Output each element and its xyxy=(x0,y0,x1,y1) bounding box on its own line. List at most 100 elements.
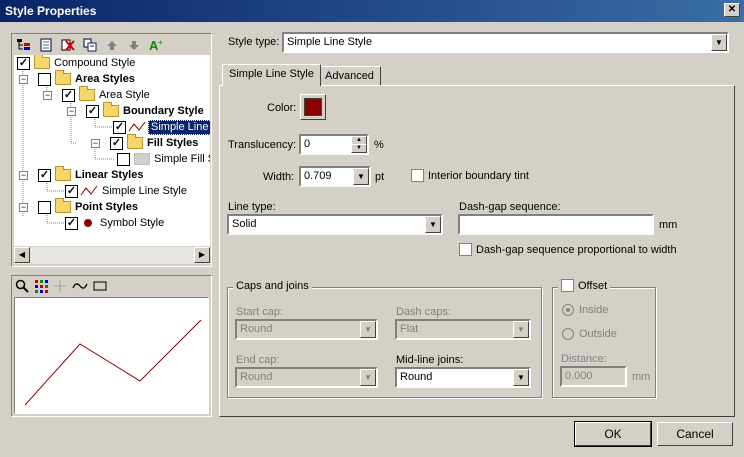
points-icon[interactable] xyxy=(34,279,48,293)
tab-simple-line-style[interactable]: Simple Line Style xyxy=(222,64,321,86)
spin-down-icon[interactable]: ▼ xyxy=(351,144,367,153)
tree-checkbox[interactable] xyxy=(38,72,51,86)
color-button[interactable] xyxy=(300,94,326,120)
zoom-icon[interactable] xyxy=(15,279,29,293)
translucency-input[interactable]: 0 ▲ ▼ xyxy=(299,134,369,155)
radio-icon xyxy=(562,304,574,316)
tree-horizontal-scrollbar[interactable]: ◀ ▶ xyxy=(14,247,210,264)
chevron-down-icon[interactable]: ▼ xyxy=(425,216,441,233)
checkbox-box[interactable] xyxy=(561,279,574,292)
move-down-icon[interactable] xyxy=(124,36,144,54)
offset-outside-radio: Outside xyxy=(562,328,617,340)
crosshair-icon[interactable] xyxy=(53,279,67,293)
line-type-dropdown[interactable]: Solid ▼ xyxy=(227,214,443,235)
tree-checkbox[interactable]: ✓ xyxy=(86,104,99,118)
chevron-down-icon[interactable]: ▼ xyxy=(513,369,529,386)
offset-checkbox[interactable]: Offset xyxy=(558,279,611,292)
tree-item-simple-line-boundary[interactable]: ✓ Simple Line S xyxy=(113,119,210,135)
tree-checkbox[interactable]: ✓ xyxy=(17,56,30,70)
preview-canvas xyxy=(14,297,209,414)
tree-checkbox[interactable]: ✓ xyxy=(110,136,123,150)
new-icon[interactable] xyxy=(36,36,56,54)
distance-unit: mm xyxy=(632,371,651,383)
width-value: 0.709 xyxy=(304,170,332,182)
line-style-icon xyxy=(128,121,146,132)
checkbox-box[interactable] xyxy=(459,243,472,256)
folder-icon xyxy=(103,102,119,117)
tree-checkbox[interactable] xyxy=(38,200,51,214)
caps-joins-title: Caps and joins xyxy=(233,280,312,292)
end-cap-dropdown: Round ▼ xyxy=(235,367,378,388)
chevron-down-icon[interactable]: ▼ xyxy=(711,34,727,51)
tree-item-simple-line-linear[interactable]: ✓ Simple Line Style xyxy=(65,183,187,199)
tree-item-point-styles[interactable]: − Point Styles xyxy=(19,198,138,215)
tree-item-simple-fill[interactable]: Simple Fill Sty xyxy=(117,151,210,167)
tree-checkbox[interactable] xyxy=(117,152,130,166)
move-up-icon[interactable] xyxy=(102,36,122,54)
checkbox-box[interactable] xyxy=(411,169,424,182)
color-label: Color: xyxy=(267,102,297,114)
tree-checkbox[interactable]: ✓ xyxy=(65,184,78,198)
tree-checkbox[interactable]: ✓ xyxy=(113,120,126,134)
chevron-down-icon[interactable]: ▼ xyxy=(353,168,369,185)
tree-checkbox[interactable]: ✓ xyxy=(65,216,78,230)
collapse-icon[interactable]: − xyxy=(19,202,28,212)
tree-item-compound-style[interactable]: ✓ Compound Style xyxy=(17,55,135,71)
offset-label: Offset xyxy=(578,279,608,292)
interior-boundary-tint-checkbox[interactable]: Interior boundary tint xyxy=(411,169,529,182)
start-cap-value: Round xyxy=(240,323,273,335)
delete-icon[interactable] xyxy=(58,36,78,54)
tree-item-label: Simple Fill Sty xyxy=(154,153,210,165)
tree-item-fill-styles[interactable]: − ✓ Fill Styles xyxy=(91,134,199,151)
tab-advanced[interactable]: Advanced xyxy=(318,66,381,86)
dash-gap-proportional-checkbox[interactable]: Dash-gap sequence proportional to width xyxy=(459,243,677,256)
collapse-icon[interactable]: − xyxy=(91,138,100,148)
midline-joins-value: Round xyxy=(400,371,433,383)
style-tree: ✓ Compound Style − Area Styles − ✓ Area … xyxy=(14,55,210,246)
width-label: Width: xyxy=(263,171,295,183)
tree-checkbox[interactable]: ✓ xyxy=(38,168,51,182)
scroll-left-icon[interactable]: ◀ xyxy=(14,247,30,263)
cancel-button[interactable]: Cancel xyxy=(657,422,733,446)
dash-gap-input[interactable] xyxy=(458,214,654,235)
tree-item-boundary-style[interactable]: − ✓ Boundary Style xyxy=(67,102,204,119)
tree-item-symbol-style[interactable]: ✓ Symbol Style xyxy=(65,215,164,231)
collapse-icon[interactable]: − xyxy=(43,90,52,100)
end-cap-value: Round xyxy=(240,371,273,383)
midline-joins-label: Mid-line joins: xyxy=(396,354,464,366)
copy-icon[interactable] xyxy=(80,36,100,54)
line-type-label: Line type: xyxy=(228,201,276,213)
collapse-icon[interactable]: − xyxy=(19,74,28,84)
tree-checkbox[interactable]: ✓ xyxy=(62,88,75,102)
tree-item-label: Fill Styles xyxy=(147,137,199,149)
style-type-dropdown[interactable]: Simple Line Style ▼ xyxy=(282,32,729,53)
scroll-right-icon[interactable]: ▶ xyxy=(194,247,210,263)
dash-gap-label: Dash-gap sequence: xyxy=(459,201,561,213)
tree-item-linear-styles[interactable]: − ✓ Linear Styles xyxy=(19,166,143,183)
width-dropdown[interactable]: 0.709 ▼ xyxy=(299,166,371,187)
window-title: Style Properties xyxy=(5,4,97,18)
tree-item-area-styles[interactable]: − Area Styles xyxy=(19,70,135,87)
tree-item-label: Simple Line S xyxy=(148,119,210,135)
new-child-icon[interactable] xyxy=(14,36,34,54)
midline-joins-dropdown[interactable]: Round ▼ xyxy=(395,367,531,388)
outside-label: Outside xyxy=(579,328,617,340)
distance-input: 0.000 xyxy=(560,366,627,387)
ok-button[interactable]: OK xyxy=(574,421,652,447)
close-button[interactable]: ✕ xyxy=(724,3,740,17)
line-icon[interactable] xyxy=(72,279,88,293)
tree-item-label: Boundary Style xyxy=(123,105,204,117)
width-unit: pt xyxy=(375,171,385,183)
folder-icon xyxy=(55,70,71,85)
collapse-icon[interactable]: − xyxy=(19,170,28,180)
offset-inside-radio: Inside xyxy=(562,304,608,316)
rectangle-icon[interactable] xyxy=(93,279,107,293)
font-icon[interactable]: A + xyxy=(146,36,166,54)
tree-item-area-style[interactable]: − ✓ Area Style xyxy=(43,86,150,103)
tree-item-label: Point Styles xyxy=(75,201,138,213)
collapse-icon[interactable]: − xyxy=(67,106,76,116)
folder-icon xyxy=(79,86,95,101)
color-swatch xyxy=(304,98,322,116)
tree-item-label: Area Style xyxy=(99,89,150,101)
end-cap-label: End cap: xyxy=(236,354,280,366)
